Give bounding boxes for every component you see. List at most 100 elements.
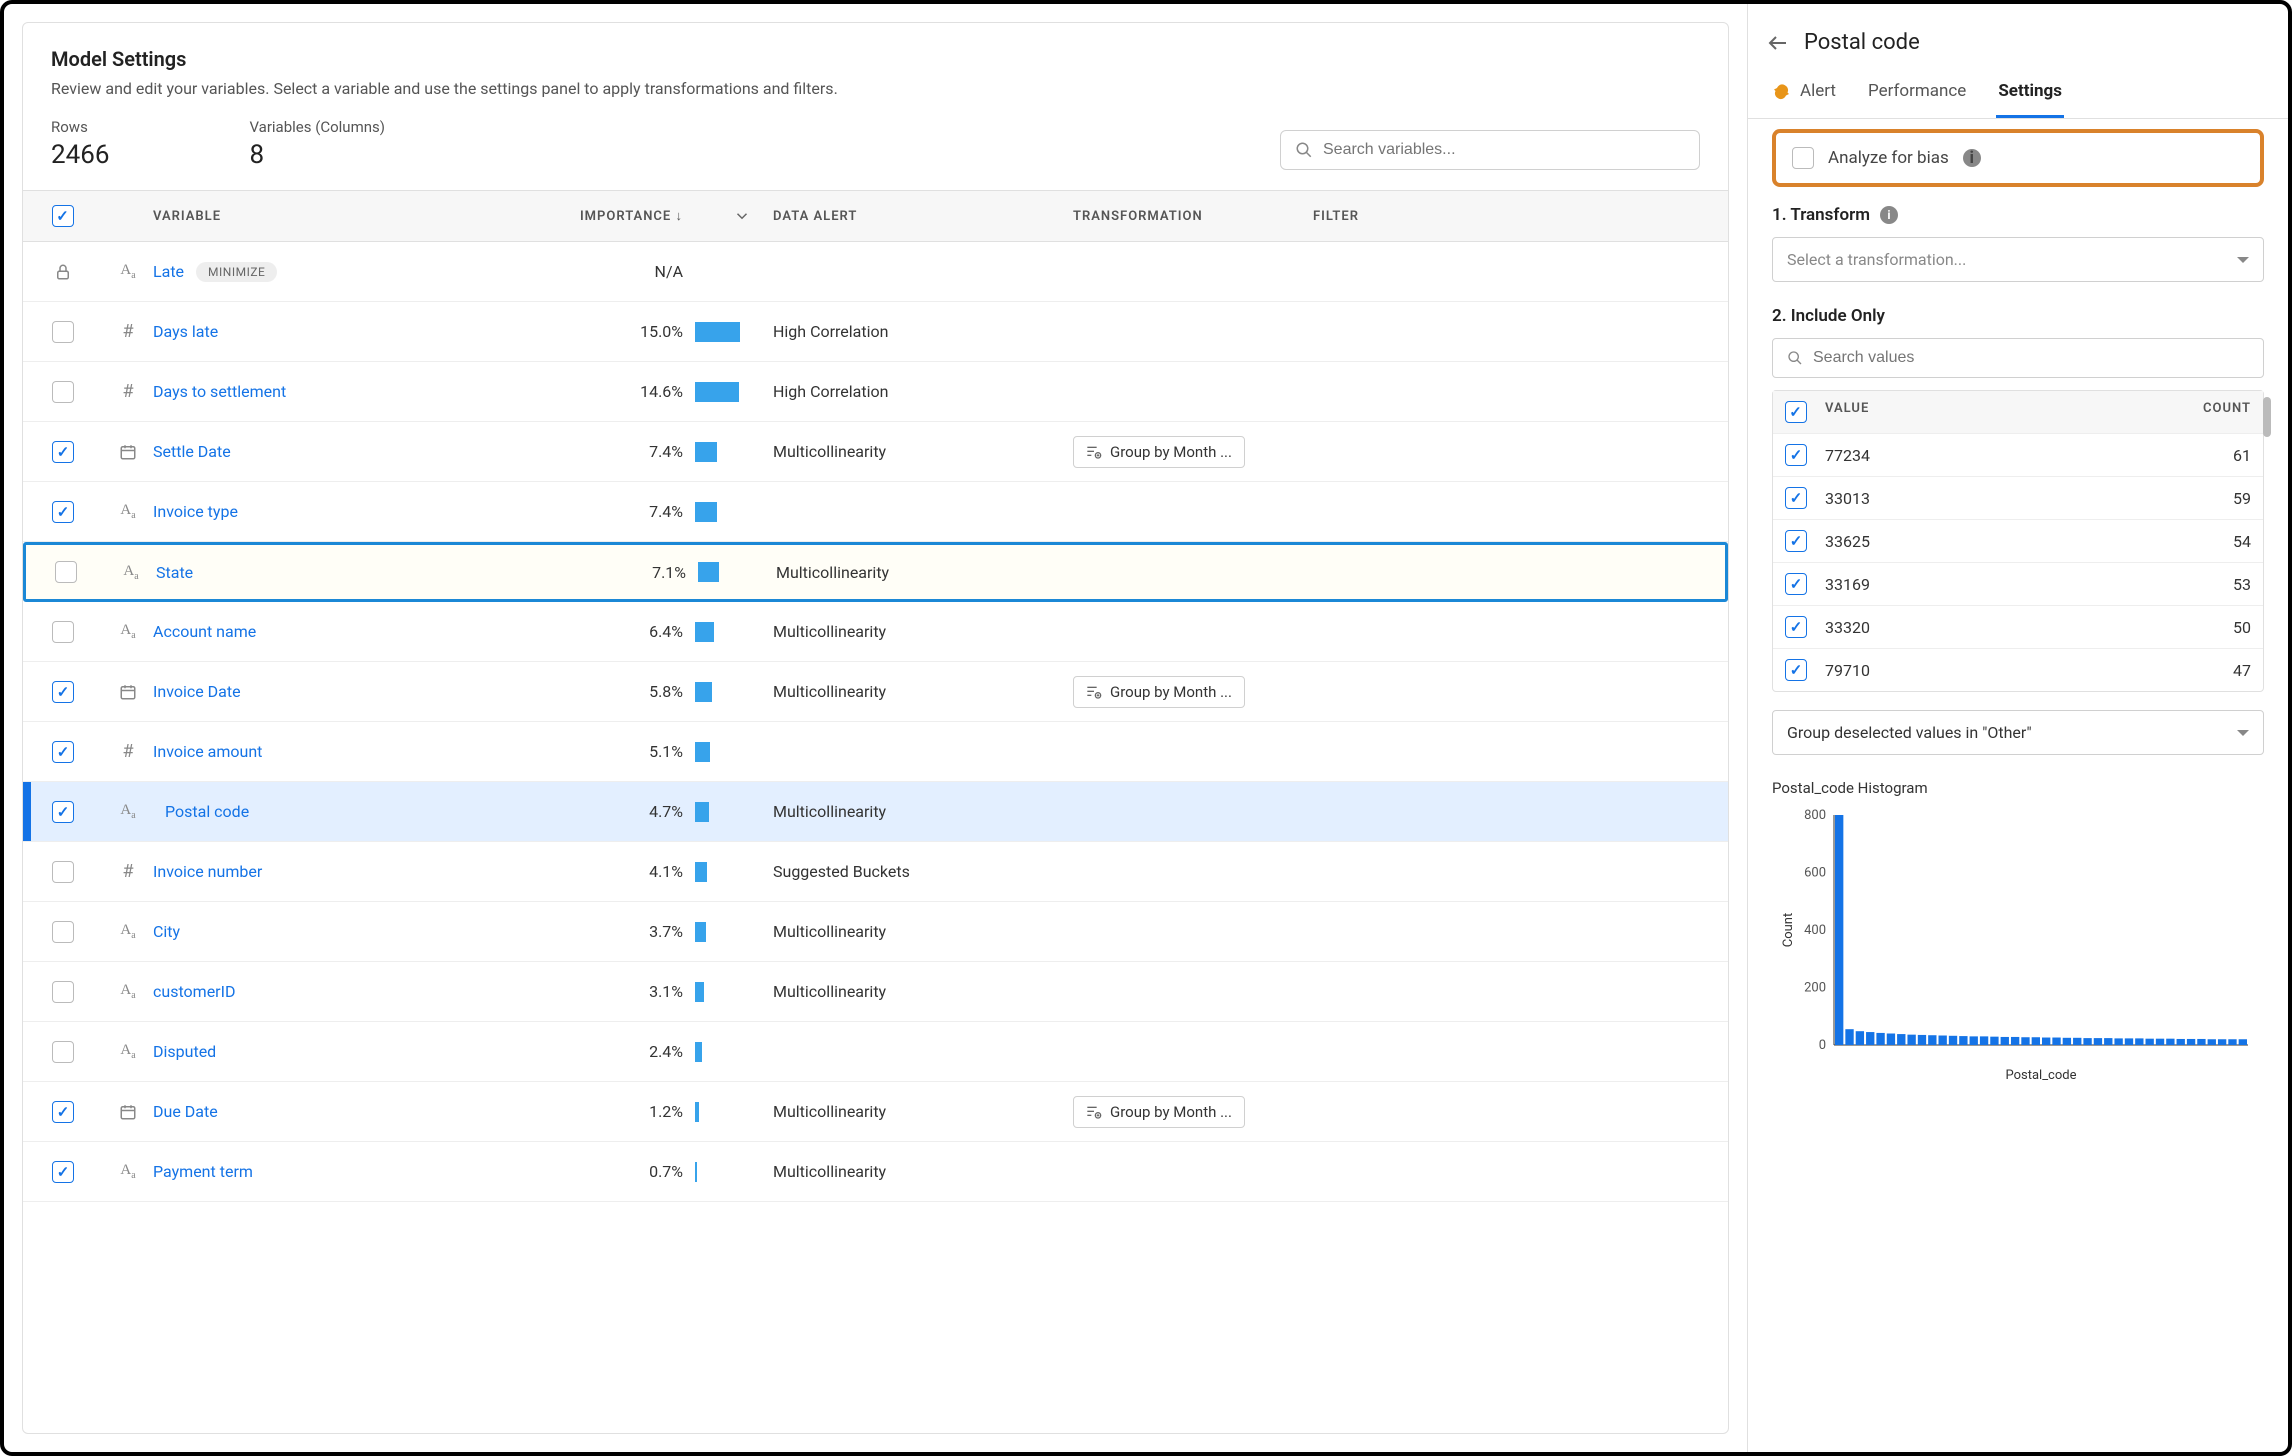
importance-value: 3.7% <box>493 922 693 941</box>
row-checkbox[interactable] <box>52 981 74 1003</box>
row-checkbox[interactable] <box>52 1161 74 1183</box>
row-checkbox[interactable] <box>52 1041 74 1063</box>
variable-name[interactable]: State <box>156 563 496 582</box>
values-search-input[interactable] <box>1813 349 2249 367</box>
select-all-checkbox[interactable] <box>52 205 74 227</box>
variable-name[interactable]: Days to settlement <box>153 382 493 401</box>
table-row[interactable]: Aa City 3.7% Multicollinearity <box>23 902 1728 962</box>
col-filter[interactable]: FILTER <box>1313 209 1433 224</box>
data-alert: Multicollinearity <box>773 802 1073 821</box>
table-row[interactable]: Aa LateMINIMIZE N/A <box>23 242 1728 302</box>
variable-name[interactable]: customerID <box>153 982 493 1001</box>
row-checkbox[interactable] <box>52 861 74 883</box>
table-row[interactable]: # Invoice amount 5.1% <box>23 722 1728 782</box>
rows-value: 2466 <box>51 140 109 170</box>
table-row[interactable]: Aa Payment term 0.7% Multicollinearity <box>23 1142 1728 1202</box>
value-row[interactable]: 33320 50 <box>1773 605 2263 648</box>
table-row[interactable]: Settle Date 7.4% Multicollinearity Group… <box>23 422 1728 482</box>
variable-name[interactable]: Invoice type <box>153 502 493 521</box>
search-input-container[interactable] <box>1280 130 1700 170</box>
variable-name[interactable]: Settle Date <box>153 442 493 461</box>
table-row[interactable]: Aa Account name 6.4% Multicollinearity <box>23 602 1728 662</box>
alert-icon <box>1774 82 1792 100</box>
row-checkbox[interactable] <box>52 681 74 703</box>
info-icon[interactable]: i <box>1963 149 1981 167</box>
row-checkbox[interactable] <box>52 741 74 763</box>
row-checkbox[interactable] <box>52 1101 74 1123</box>
variable-name[interactable]: LateMINIMIZE <box>153 262 493 282</box>
variable-name[interactable]: Invoice number <box>153 862 493 881</box>
table-row[interactable]: # Invoice number 4.1% Suggested Buckets <box>23 842 1728 902</box>
table-row[interactable]: Aa Postal code 4.7% Multicollinearity <box>23 782 1728 842</box>
table-row[interactable]: Aa customerID 3.1% Multicollinearity <box>23 962 1728 1022</box>
variable-name[interactable]: Payment term <box>153 1162 493 1181</box>
tab-alert[interactable]: Alert <box>1772 69 1838 118</box>
value-row[interactable]: 79710 47 <box>1773 648 2263 691</box>
value-row[interactable]: 33625 54 <box>1773 519 2263 562</box>
col-data-alert[interactable]: DATA ALERT <box>773 209 1073 224</box>
variable-name[interactable]: Invoice Date <box>153 682 493 701</box>
back-icon[interactable] <box>1766 31 1790 55</box>
table-row[interactable]: Aa State 7.1% Multicollinearity <box>23 542 1728 602</box>
row-checkbox[interactable] <box>52 921 74 943</box>
table-row[interactable]: Aa Invoice type 7.4% <box>23 482 1728 542</box>
variable-name[interactable]: Disputed <box>153 1042 493 1061</box>
scrollbar[interactable] <box>2263 397 2271 437</box>
col-importance[interactable]: IMPORTANCE ↓ <box>493 208 693 224</box>
data-alert: Multicollinearity <box>776 563 1076 582</box>
value-label: 33169 <box>1825 575 2151 594</box>
tab-performance[interactable]: Performance <box>1866 69 1968 118</box>
count-header[interactable]: COUNT <box>2151 401 2251 423</box>
variable-name[interactable]: Invoice amount <box>153 742 493 761</box>
values-search[interactable] <box>1772 338 2264 378</box>
search-input[interactable] <box>1323 141 1685 159</box>
variable-name[interactable]: Postal code <box>153 802 493 821</box>
values-table: VALUE COUNT 77234 61 33013 59 33625 54 3… <box>1772 390 2264 692</box>
values-select-all[interactable] <box>1785 401 1807 423</box>
variable-name[interactable]: Due Date <box>153 1102 493 1121</box>
table-row[interactable]: Aa Disputed 2.4% <box>23 1022 1728 1082</box>
table-row[interactable]: Invoice Date 5.8% Multicollinearity Grou… <box>23 662 1728 722</box>
col-variable[interactable]: VARIABLE <box>153 209 493 224</box>
variable-name[interactable]: Account name <box>153 622 493 641</box>
importance-bar <box>693 382 733 402</box>
row-checkbox[interactable] <box>52 321 74 343</box>
value-checkbox[interactable] <box>1785 573 1807 595</box>
table-row[interactable]: # Days to settlement 14.6% High Correlat… <box>23 362 1728 422</box>
value-checkbox[interactable] <box>1785 444 1807 466</box>
value-checkbox[interactable] <box>1785 616 1807 638</box>
value-checkbox[interactable] <box>1785 487 1807 509</box>
importance-value: 5.1% <box>493 742 693 761</box>
transform-select[interactable]: Select a transformation... <box>1772 237 2264 282</box>
col-dropdown-icon[interactable] <box>733 207 773 225</box>
value-row[interactable]: 33169 53 <box>1773 562 2263 605</box>
analyze-bias-checkbox[interactable] <box>1792 147 1814 169</box>
transformation-pill[interactable]: Group by Month ... <box>1073 676 1245 708</box>
row-checkbox[interactable] <box>55 561 77 583</box>
type-icon: # <box>103 321 153 342</box>
value-checkbox[interactable] <box>1785 530 1807 552</box>
value-checkbox[interactable] <box>1785 659 1807 681</box>
group-other-select[interactable]: Group deselected values in "Other" <box>1772 710 2264 755</box>
row-checkbox[interactable] <box>52 501 74 523</box>
row-checkbox[interactable] <box>52 441 74 463</box>
row-checkbox[interactable] <box>52 381 74 403</box>
value-row[interactable]: 77234 61 <box>1773 433 2263 476</box>
row-checkbox[interactable] <box>52 621 74 643</box>
type-icon: Aa <box>103 982 153 1001</box>
col-transformation[interactable]: TRANSFORMATION <box>1073 209 1313 224</box>
variable-name[interactable]: Days late <box>153 322 493 341</box>
tab-settings[interactable]: Settings <box>1996 69 2064 118</box>
row-checkbox[interactable] <box>52 801 74 823</box>
info-icon[interactable]: i <box>1880 206 1898 224</box>
table-row[interactable]: Due Date 1.2% Multicollinearity Group by… <box>23 1082 1728 1142</box>
value-label: 33013 <box>1825 489 2151 508</box>
variable-name[interactable]: City <box>153 922 493 941</box>
transformation-pill[interactable]: Group by Month ... <box>1073 436 1245 468</box>
table-row[interactable]: # Days late 15.0% High Correlation <box>23 302 1728 362</box>
transformation-pill[interactable]: Group by Month ... <box>1073 1096 1245 1128</box>
value-header[interactable]: VALUE <box>1825 401 2151 423</box>
analyze-bias-box: Analyze for bias i <box>1772 129 2264 187</box>
importance-bar <box>693 802 733 822</box>
value-row[interactable]: 33013 59 <box>1773 476 2263 519</box>
